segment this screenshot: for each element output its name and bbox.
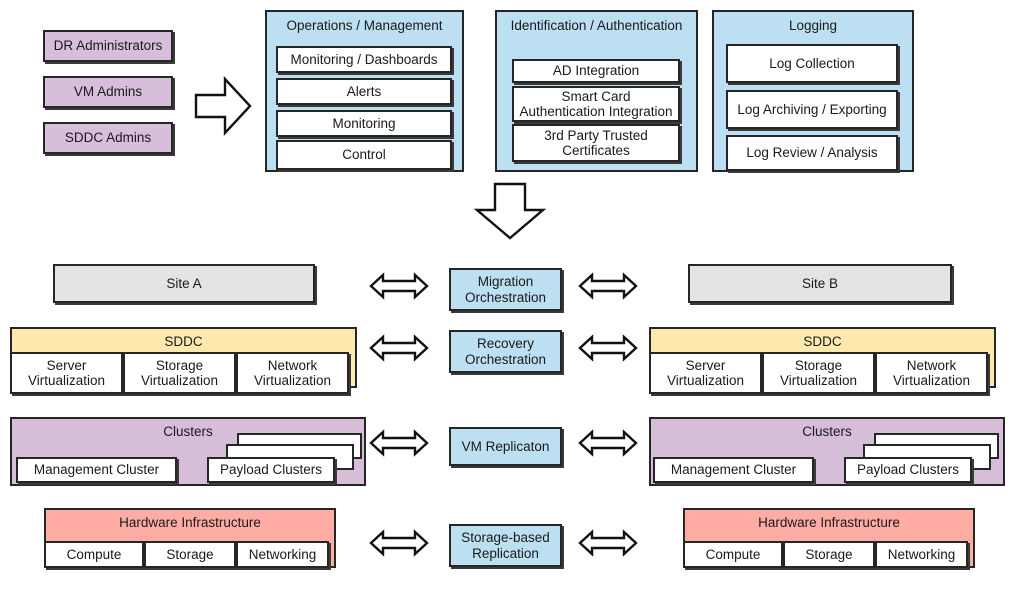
hardware-title: Hardware Infrastructure [119, 514, 261, 530]
double-arrow-icon-row4-right [578, 529, 638, 557]
group-item-3rd-party-trusted-certificates[interactable]: 3rd Party Trusted Certificates [512, 124, 680, 162]
group-item-log-archiving-exporting[interactable]: Log Archiving / Exporting [726, 90, 898, 129]
double-arrow-icon-row3-right [578, 429, 638, 457]
group-item-log-review-analysis[interactable]: Log Review / Analysis [726, 135, 898, 171]
group-item-log-collection[interactable]: Log Collection [726, 44, 898, 83]
right-arrow-icon [194, 75, 252, 137]
hardware-title: Hardware Infrastructure [758, 514, 900, 530]
site-a-label: Site A [166, 275, 202, 291]
group-item-ad-integration[interactable]: AD Integration [512, 59, 680, 83]
site-b-label: Site B [801, 275, 839, 291]
group-item-monitoring[interactable]: Monitoring [276, 110, 452, 137]
site-a-management-cluster-box[interactable]: Management Cluster [16, 457, 177, 483]
center-box-storage-based-replication[interactable]: Storage-based Replication [449, 524, 562, 567]
site-b-payload-clusters-box[interactable]: Payload Clusters [844, 457, 972, 483]
actor-label: SDDC Admins [64, 130, 152, 146]
sddc-title: SDDC [164, 333, 203, 349]
site-a-payload-clusters-box[interactable]: Payload Clusters [207, 457, 335, 483]
site-b-hardware-item-networking[interactable]: Networking [875, 541, 968, 568]
site-b-sddc-item-server-virtualization[interactable]: Server Virtualization [649, 352, 762, 394]
actor-box-dr-administrators[interactable]: DR Administrators [43, 30, 173, 62]
site-b-sddc-item-network-virtualization[interactable]: Network Virtualization [875, 352, 988, 394]
double-arrow-icon-row1-left [369, 272, 429, 300]
site-b-hardware-item-storage[interactable]: Storage [783, 541, 875, 568]
group-title: Operations / Management [286, 18, 443, 33]
group-item-smart-card-authentication-integration[interactable]: Smart Card Authentication Integration [512, 86, 680, 122]
site-a-hardware-item-compute[interactable]: Compute [44, 541, 144, 568]
site-a-box[interactable]: Site A [53, 264, 315, 303]
actor-label: DR Administrators [53, 38, 163, 54]
group-title: Logging [788, 18, 838, 33]
double-arrow-icon-row3-left [369, 429, 429, 457]
double-arrow-icon-row1-right [578, 272, 638, 300]
site-a-sddc-item-server-virtualization[interactable]: Server Virtualization [10, 352, 123, 394]
diagram-canvas: DR Administrators VM Admins SDDC Admins … [0, 0, 1030, 603]
down-arrow-icon [473, 182, 547, 240]
double-arrow-icon-row2-right [578, 334, 638, 362]
center-box-vm-replicaton[interactable]: VM Replicaton [449, 427, 562, 466]
site-a-sddc-item-storage-virtualization[interactable]: Storage Virtualization [123, 352, 236, 394]
center-box-migration-orchestration[interactable]: Migration Orchestration [449, 268, 562, 311]
actor-label: VM Admins [73, 84, 143, 100]
site-a-sddc-item-network-virtualization[interactable]: Network Virtualization [236, 352, 349, 394]
actor-box-sddc-admins[interactable]: SDDC Admins [43, 122, 173, 154]
group-item-control[interactable]: Control [276, 140, 452, 170]
site-b-sddc-item-storage-virtualization[interactable]: Storage Virtualization [762, 352, 875, 394]
actor-box-vm-admins[interactable]: VM Admins [43, 76, 173, 108]
group-item-monitoring-dashboards[interactable]: Monitoring / Dashboards [276, 46, 452, 73]
double-arrow-icon-row4-left [369, 529, 429, 557]
center-box-recovery-orchestration[interactable]: Recovery Orchestration [449, 330, 562, 373]
site-b-box[interactable]: Site B [688, 264, 952, 303]
group-title: Identification / Authentication [510, 18, 683, 33]
site-b-hardware-item-compute[interactable]: Compute [683, 541, 783, 568]
site-b-management-cluster-box[interactable]: Management Cluster [653, 457, 814, 483]
sddc-title: SDDC [803, 333, 842, 349]
double-arrow-icon-row2-left [369, 334, 429, 362]
site-a-hardware-item-networking[interactable]: Networking [236, 541, 329, 568]
site-a-hardware-item-storage[interactable]: Storage [144, 541, 236, 568]
group-item-alerts[interactable]: Alerts [276, 78, 452, 105]
